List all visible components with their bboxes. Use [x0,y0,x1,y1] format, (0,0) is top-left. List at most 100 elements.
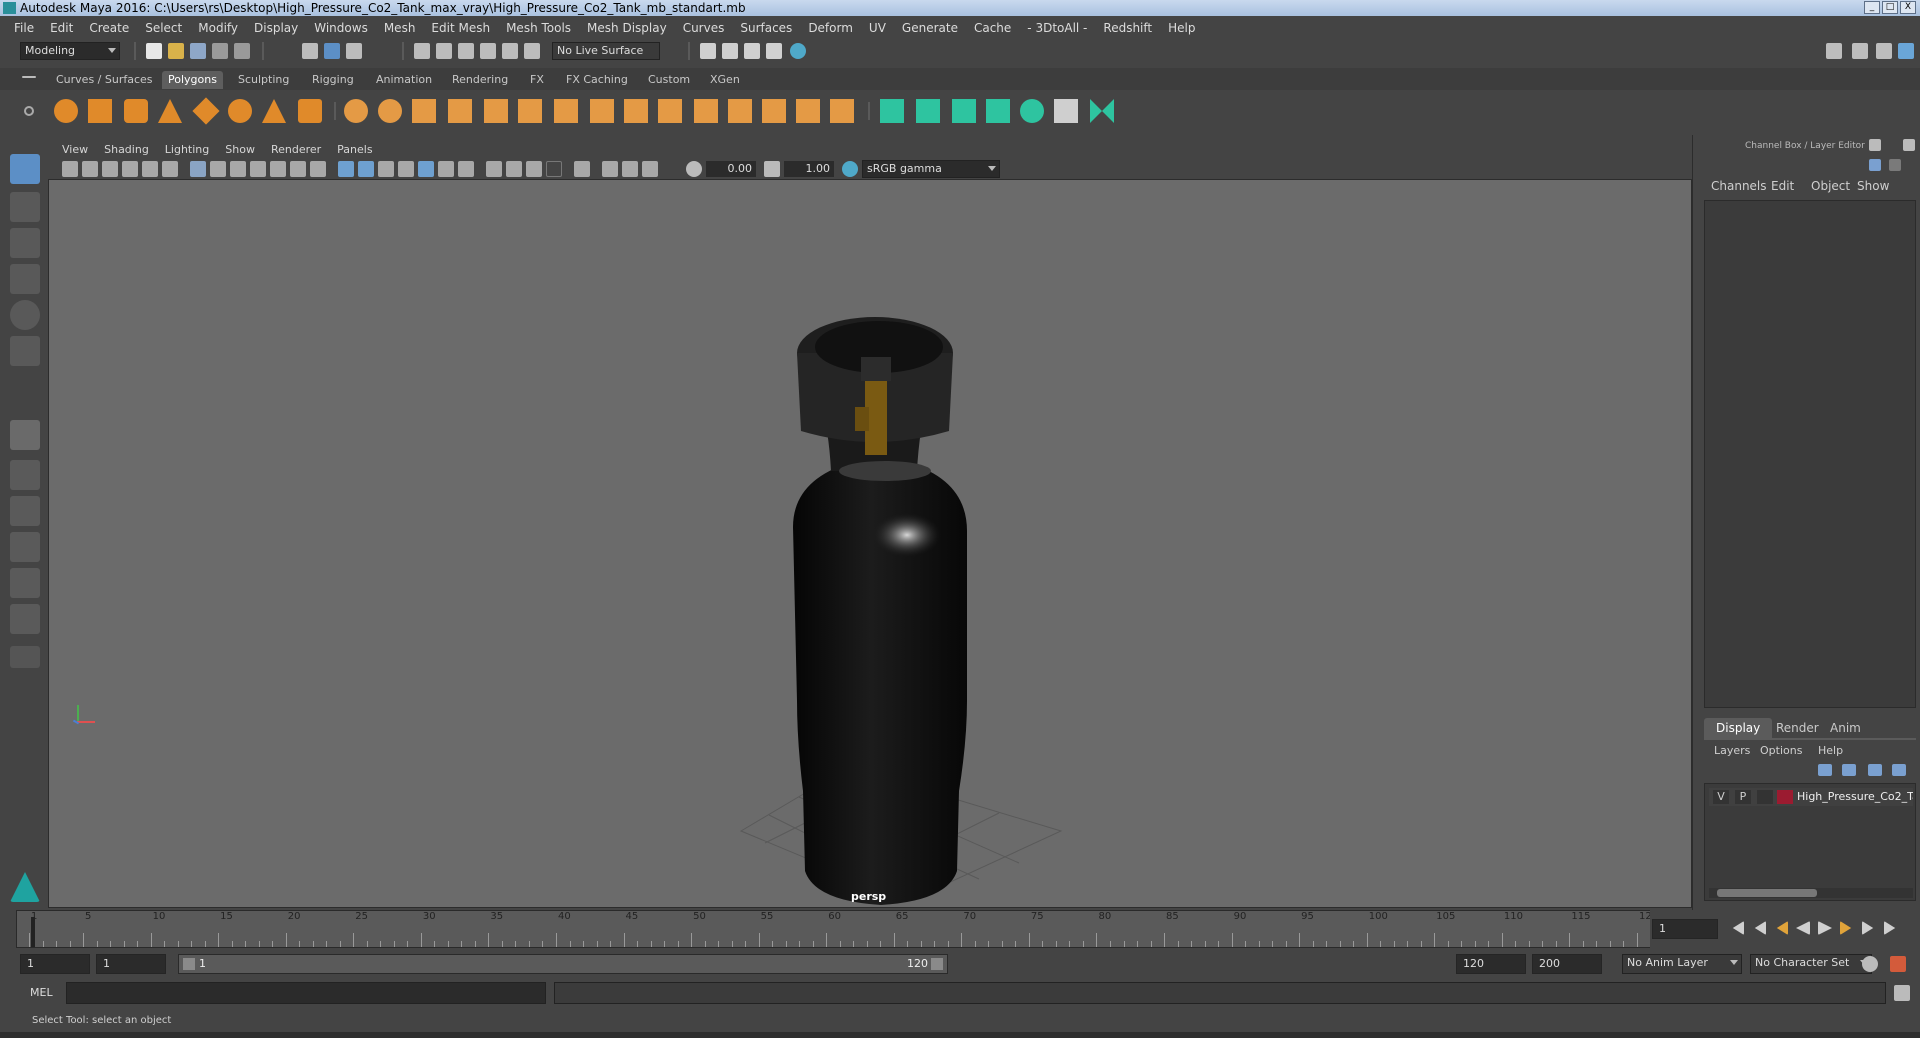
shelf-tab-custom[interactable]: Custom [642,71,696,89]
new-empty-layer-icon[interactable] [1868,764,1882,776]
play-forwards-icon[interactable] [1818,921,1832,935]
render-frame-icon[interactable] [700,43,716,59]
layer-tab-display[interactable]: Display [1704,718,1773,738]
shelf-tab-rigging[interactable]: Rigging [306,71,360,89]
channel-box-icon[interactable] [1898,43,1914,59]
animation-preferences-icon[interactable] [1890,956,1906,972]
bridge-icon[interactable] [694,99,718,123]
layer-horizontal-scrollbar[interactable] [1709,888,1913,898]
outliner-persp-layout-icon[interactable] [10,604,40,634]
four-view-layout-icon[interactable] [10,460,40,490]
screen-space-ao-icon[interactable] [458,161,474,177]
poly-cylinder-icon[interactable] [124,99,148,123]
step-forward-frame-icon[interactable] [1840,921,1852,935]
image-plane-icon[interactable] [122,161,138,177]
close-button[interactable]: X [1900,1,1916,14]
automatic-uv-icon[interactable] [986,99,1010,123]
perspective-viewport[interactable]: persp [48,140,1692,908]
layer-help-menu[interactable]: Help [1818,744,1843,757]
single-perspective-layout-icon[interactable] [10,420,40,450]
fill-hole-icon[interactable] [728,99,752,123]
xray-icon[interactable] [546,161,562,177]
menu-uv[interactable]: UV [861,21,894,35]
shelf-tab-curves-surfaces[interactable]: Curves / Surfaces [50,71,159,89]
gamma-field[interactable]: 1.00 [784,161,834,177]
poly-cube-icon[interactable] [88,99,112,123]
persp-outliner-layout-icon[interactable] [10,496,40,526]
shelf-tab-fx-caching[interactable]: FX Caching [560,71,634,89]
safe-title-icon[interactable] [310,161,326,177]
scene-start-field[interactable]: 1 [20,954,90,974]
menu-display[interactable]: Display [246,21,306,35]
menu-3dtoall[interactable]: - 3DtoAll - [1019,21,1095,35]
step-forward-key-icon[interactable] [1862,921,1874,935]
wireframe-icon[interactable] [338,161,354,177]
step-back-key-icon[interactable] [1754,921,1766,935]
menu-set-dropdown[interactable]: Modeling [20,42,120,60]
viewport-menu-shading[interactable]: Shading [96,143,157,156]
extrude-icon[interactable] [624,99,648,123]
poly-sphere-icon[interactable] [54,99,78,123]
script-editor-icon[interactable] [1894,985,1910,1001]
step-back-frame-icon[interactable] [1776,921,1788,935]
playback-end-field[interactable]: 120 [1456,954,1526,974]
menu-generate[interactable]: Generate [894,21,966,35]
camera-attributes-icon[interactable] [82,161,98,177]
float-panel-icon[interactable] [1869,139,1881,151]
bevel-icon[interactable] [658,99,682,123]
minimize-button[interactable]: _ [1864,1,1880,14]
menu-windows[interactable]: Windows [306,21,376,35]
menu-create[interactable]: Create [81,21,137,35]
layer-options-menu[interactable]: Options [1760,744,1802,757]
shadows-icon[interactable] [438,161,454,177]
shelf-tab-fx[interactable]: FX [524,71,550,89]
save-scene-icon[interactable] [190,43,206,59]
viewport-menu-show[interactable]: Show [217,143,263,156]
open-scene-icon[interactable] [168,43,184,59]
gate-mask-icon[interactable] [250,161,266,177]
scale-tool-icon[interactable] [10,336,40,366]
shelf-scroll-arrows[interactable] [1896,94,1904,124]
channel-show-menu[interactable]: Show [1857,179,1889,193]
channel-edit-menu[interactable]: Edit [1771,179,1794,193]
layer-row[interactable]: V P High_Pressure_Co2_Ta [1709,788,1913,806]
modeling-toolkit-icon[interactable] [1826,43,1842,59]
viewport-menu-view[interactable]: View [54,143,96,156]
menu-edit[interactable]: Edit [42,21,81,35]
script-language-toggle[interactable]: MEL [30,986,53,999]
menu-edit-mesh[interactable]: Edit Mesh [423,21,498,35]
planar-uv-icon[interactable] [880,99,904,123]
menu-mesh[interactable]: Mesh [376,21,424,35]
combine-icon[interactable] [344,99,368,123]
menu-mesh-display[interactable]: Mesh Display [579,21,675,35]
go-to-end-icon[interactable] [1884,921,1896,935]
layers-menu[interactable]: Layers [1714,744,1750,757]
command-input[interactable] [66,982,546,1004]
scene-end-field[interactable]: 200 [1532,954,1602,974]
select-by-component-icon[interactable] [346,43,362,59]
exposure-field[interactable]: 0.00 [706,161,756,177]
viewport-menu-lighting[interactable]: Lighting [157,143,217,156]
multi-cut-icon[interactable] [554,99,578,123]
gamma-icon[interactable] [764,161,780,177]
layer-color-swatch[interactable] [1777,790,1793,804]
co2-tank-model[interactable] [793,317,967,905]
playback-start-field[interactable]: 1 [96,954,166,974]
menu-file[interactable]: File [6,21,42,35]
spherical-uv-icon[interactable] [952,99,976,123]
insert-edge-loop-icon[interactable] [590,99,614,123]
undo-icon[interactable] [212,43,228,59]
poly-plane-icon[interactable] [192,97,220,125]
merge-vertices-icon[interactable] [796,99,820,123]
channel-box-toggle-icon[interactable] [1869,159,1881,171]
exposure-icon[interactable] [686,161,702,177]
shelf-tab-animation[interactable]: Animation [370,71,438,89]
maximize-button[interactable]: □ [1882,1,1898,14]
textured-icon[interactable] [398,161,414,177]
shelf-tab-xgen[interactable]: XGen [704,71,746,89]
current-frame-field[interactable]: 1 [1652,919,1718,939]
shelf-settings-icon[interactable] [24,106,34,116]
menu-help[interactable]: Help [1160,21,1203,35]
layer-name[interactable]: High_Pressure_Co2_Ta [1797,790,1913,803]
wireframe-on-shaded-icon[interactable] [378,161,394,177]
